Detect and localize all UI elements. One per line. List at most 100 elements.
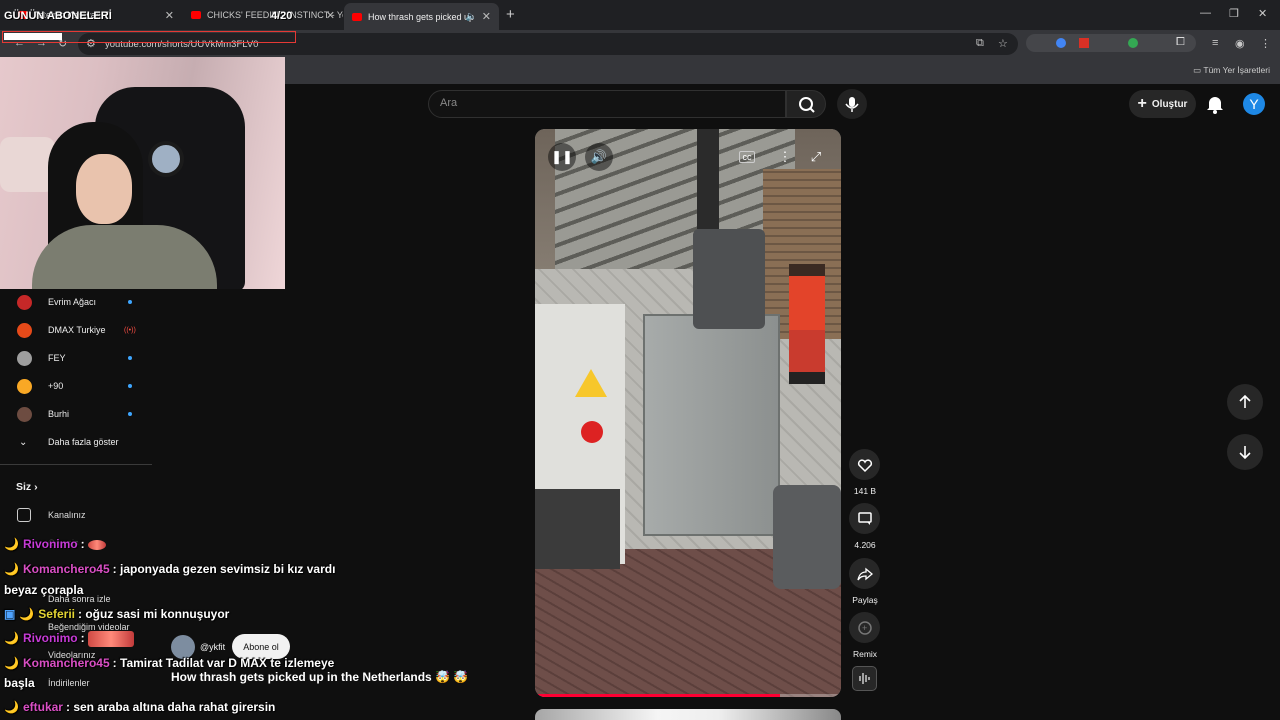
moon-icon: 🌙 — [4, 656, 19, 670]
progress-bar[interactable] — [535, 694, 841, 697]
bookmark-star-icon[interactable]: ☆ — [998, 37, 1008, 50]
new-content-dot — [128, 384, 132, 388]
arrow-up-icon — [1239, 394, 1251, 408]
video-title[interactable]: How thrash gets picked up in the Netherl… — [171, 670, 468, 684]
previous-short-button[interactable] — [1227, 384, 1263, 420]
volume-button[interactable]: 🔊 — [585, 143, 613, 171]
chat-username: Rivonimo — [22, 537, 78, 551]
webcam-face — [76, 154, 132, 224]
comment-icon — [857, 511, 872, 525]
channel-avatar-icon — [17, 322, 32, 338]
profile-icon[interactable]: ◉ — [1235, 37, 1245, 50]
chat-message: 🌙 Rivonimo: — [4, 537, 106, 551]
captions-button[interactable]: cc — [739, 151, 755, 163]
channel-name: +90 — [48, 381, 64, 391]
cast-icon[interactable]: ⧉ — [976, 37, 984, 50]
you-section-title[interactable]: Siz › — [16, 481, 38, 493]
chevron-right-icon: › — [34, 481, 38, 493]
speaker-icon[interactable]: 🔈 — [466, 11, 477, 22]
all-bookmarks[interactable]: ▭ Tüm Yer İşaretleri — [1193, 65, 1270, 76]
minimize-icon[interactable]: — — [1200, 7, 1211, 19]
sidebar-item-evrim-agaci[interactable]: Evrim Ağacı — [0, 291, 152, 313]
chat-text: japonyada gezen sevimsiz bi kız vardı — [120, 562, 336, 576]
extension-icon[interactable] — [1056, 38, 1066, 48]
search-icon — [799, 97, 815, 113]
like-button[interactable] — [849, 449, 880, 480]
next-video-preview[interactable] — [535, 709, 841, 720]
browser-tab-bar: Tete'nin Karavan T ✕ CHICKS' FEEDING INS… — [0, 0, 1280, 30]
voice-search-button[interactable] — [837, 89, 867, 119]
webcam-pillow — [0, 137, 55, 192]
heart-icon — [857, 458, 872, 472]
divider — [0, 464, 152, 465]
sidebar-item-downloads[interactable]: İndirilenler — [48, 678, 90, 688]
create-button[interactable]: + Oluştur — [1129, 90, 1196, 118]
menu-icon[interactable]: ⋮ — [1260, 37, 1271, 50]
shorts-video-player[interactable]: ❚❚ 🔊 cc ⋮ ⤢ — [535, 129, 841, 697]
like-count: 141 B — [853, 486, 877, 496]
video-truck-base — [535, 489, 620, 569]
close-tab-icon[interactable]: ✕ — [482, 10, 491, 23]
folder-icon: ▭ — [1193, 65, 1204, 75]
next-short-button[interactable] — [1227, 434, 1263, 470]
moon-icon: 🌙 — [4, 631, 19, 646]
sidebar-item-fey[interactable]: FEY — [0, 347, 152, 369]
live-icon: ((•)) — [124, 326, 136, 334]
sidebar-item-dmax-turkiye[interactable]: DMAX Turkiye ((•)) — [0, 319, 152, 341]
channel-handle[interactable]: @ykfit — [200, 642, 225, 652]
video-worker — [789, 264, 825, 384]
channel-avatar-icon — [17, 378, 32, 394]
tab-chicks[interactable]: CHICKS' FEEDING INSTINCT - Yo ✕ — [183, 3, 343, 27]
webcam-body — [32, 225, 217, 289]
search-input[interactable] — [428, 90, 786, 118]
comments-button[interactable] — [849, 503, 880, 534]
sidebar-item-your-channel[interactable]: Kanalınız — [48, 510, 86, 520]
close-tab-icon[interactable]: ✕ — [165, 9, 174, 22]
subscribers-banner-title: GÜNÜN ABONELERİ — [4, 10, 112, 22]
chat-message-cont: beyaz çorapla — [4, 583, 83, 597]
chat-text: beyaz çorapla — [4, 583, 84, 597]
sidebar-item-burhi[interactable]: Burhi — [0, 403, 152, 425]
search-button[interactable] — [786, 90, 826, 118]
subscribers-count: 4/20 — [271, 10, 293, 22]
show-more-button[interactable]: ⌄ Daha fazla göster — [0, 431, 152, 453]
chat-text: Tamirat Tadilat var D MAX te izlemeye — [120, 656, 335, 670]
sidebar-item-plus90[interactable]: +90 — [0, 375, 152, 397]
puzzle-icon[interactable]: ⧠ — [1176, 36, 1185, 49]
emote-icon — [87, 539, 106, 550]
channel-avatar-icon — [17, 350, 32, 366]
remix-button[interactable]: + — [849, 612, 880, 643]
cc-icon: cc — [742, 152, 752, 162]
progress-fill — [535, 694, 780, 697]
pause-button[interactable]: ❚❚ — [548, 143, 576, 171]
chat-message: 🌙 Rivonimo: — [4, 631, 134, 647]
media-control-icon[interactable]: ≡ — [1212, 37, 1218, 49]
audio-waveform-icon — [859, 673, 870, 684]
chat-text: sen araba altına daha rahat girersin — [73, 700, 276, 714]
close-window-icon[interactable]: ✕ — [1258, 7, 1267, 20]
badge-icon: ▣ — [4, 607, 16, 621]
svg-text:+: + — [862, 623, 867, 633]
notifications-button[interactable] — [1205, 93, 1225, 120]
volume-icon: 🔊 — [590, 149, 608, 164]
new-tab-icon[interactable]: + — [506, 6, 515, 23]
youtube-favicon-icon — [191, 11, 201, 19]
tab-active-thrash[interactable]: How thrash gets picked up 🔈 ✕ — [344, 3, 499, 30]
extension-icon[interactable] — [1128, 38, 1138, 48]
more-options-button[interactable]: ⋮ — [771, 143, 799, 171]
webcam-overlay — [0, 57, 285, 289]
avatar[interactable]: Y — [1243, 93, 1265, 115]
plus-icon: + — [1137, 95, 1147, 112]
sound-source-button[interactable] — [852, 666, 877, 691]
all-bookmarks-label: Tüm Yer İşaretleri — [1203, 65, 1270, 75]
maximize-icon[interactable]: ❐ — [1229, 7, 1239, 20]
channel-name: Burhi — [48, 409, 70, 419]
arrow-down-icon — [1239, 446, 1251, 460]
channel-name: DMAX Turkiye — [48, 325, 106, 335]
extensions-group[interactable]: ⧠ — [1026, 34, 1196, 52]
fullscreen-button[interactable]: ⤢ — [802, 143, 830, 171]
share-button[interactable] — [849, 558, 880, 589]
close-tab-icon[interactable]: ✕ — [326, 9, 335, 22]
chat-username: Komanchero45 — [22, 562, 110, 576]
extension-icon[interactable] — [1079, 38, 1089, 48]
